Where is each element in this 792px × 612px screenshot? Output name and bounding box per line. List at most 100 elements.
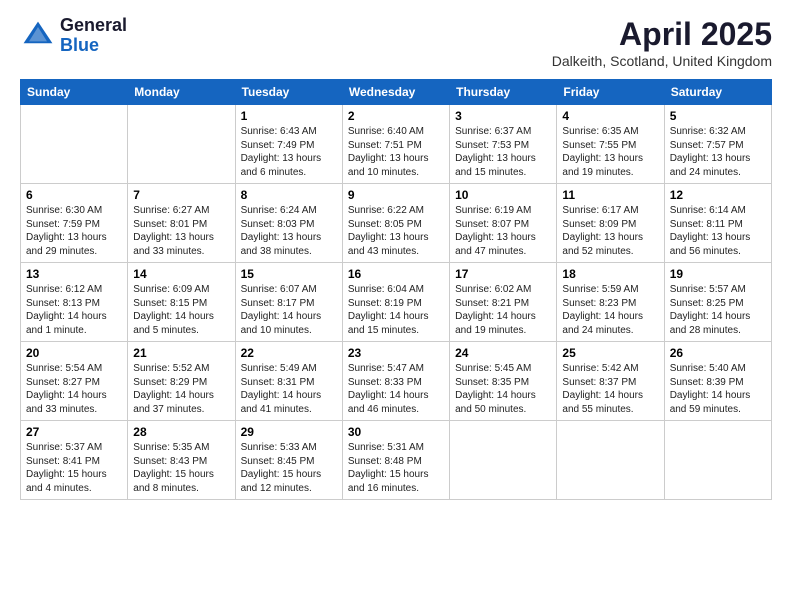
calendar-cell-2-7: 12 Sunrise: 6:14 AM Sunset: 8:11 PM Dayli… bbox=[664, 184, 771, 263]
calendar-cell-2-1: 6Sunrise: 6:30 AM Sunset: 7:59 PM Daylig… bbox=[21, 184, 128, 263]
day-info: Sunrise: 6:40 AM Sunset: 7:51 PM Dayligh… bbox=[348, 125, 444, 179]
day-number: 23 bbox=[348, 346, 444, 360]
day-number: 29 bbox=[241, 425, 337, 439]
calendar-cell-4-6: 25Sunrise: 5:42 AM Sunset: 8:37 PM Dayli… bbox=[557, 342, 664, 421]
day-number: 14 bbox=[133, 267, 229, 281]
day-number: 18 bbox=[562, 267, 658, 281]
day-info: Sunrise: 6:32 AM Sunset: 7:57 PM Dayligh… bbox=[670, 125, 766, 179]
day-number: 5 bbox=[670, 109, 766, 123]
calendar-header-row: SundayMondayTuesdayWednesdayThursdayFrid… bbox=[21, 80, 772, 105]
day-number: 22 bbox=[241, 346, 337, 360]
day-info: Sunrise: 5:49 AM Sunset: 8:31 PM Dayligh… bbox=[241, 362, 337, 416]
calendar-cell-1-6: 4Sunrise: 6:35 AM Sunset: 7:55 PM Daylig… bbox=[557, 105, 664, 184]
calendar-week-2: 6Sunrise: 6:30 AM Sunset: 7:59 PM Daylig… bbox=[21, 184, 772, 263]
day-info: Sunrise: 5:31 AM Sunset: 8:48 PM Dayligh… bbox=[348, 441, 444, 495]
calendar-cell-3-4: 16 Sunrise: 6:04 AM Sunset: 8:19 PM Dayli… bbox=[342, 263, 449, 342]
day-info: Sunrise: 6:35 AM Sunset: 7:55 PM Dayligh… bbox=[562, 125, 658, 179]
calendar-cell-4-5: 24Sunrise: 5:45 AM Sunset: 8:35 PM Dayli… bbox=[450, 342, 557, 421]
day-number: 3 bbox=[455, 109, 551, 123]
calendar-week-5: 27 Sunrise: 5:37 AM Sunset: 8:41 PM Dayli… bbox=[21, 421, 772, 500]
day-info: Sunrise: 6:17 AM Sunset: 8:09 PM Dayligh… bbox=[562, 204, 658, 258]
day-info: Sunrise: 6:04 AM Sunset: 8:19 PM Dayligh… bbox=[348, 283, 444, 337]
calendar-cell-4-1: 20Sunrise: 5:54 AM Sunset: 8:27 PM Dayli… bbox=[21, 342, 128, 421]
calendar-cell-1-1 bbox=[21, 105, 128, 184]
logo-blue: Blue bbox=[60, 35, 99, 55]
day-number: 7 bbox=[133, 188, 229, 202]
day-info: Sunrise: 5:35 AM Sunset: 8:43 PM Dayligh… bbox=[133, 441, 229, 495]
calendar-header-friday: Friday bbox=[557, 80, 664, 105]
logo-icon bbox=[20, 18, 56, 54]
calendar-cell-5-3: 29 Sunrise: 5:33 AM Sunset: 8:45 PM Dayli… bbox=[235, 421, 342, 500]
day-info: Sunrise: 6:24 AM Sunset: 8:03 PM Dayligh… bbox=[241, 204, 337, 258]
day-number: 12 bbox=[670, 188, 766, 202]
day-info: Sunrise: 5:37 AM Sunset: 8:41 PM Dayligh… bbox=[26, 441, 122, 495]
calendar-header-sunday: Sunday bbox=[21, 80, 128, 105]
calendar-cell-3-3: 15Sunrise: 6:07 AM Sunset: 8:17 PM Dayli… bbox=[235, 263, 342, 342]
calendar-cell-3-6: 18 Sunrise: 5:59 AM Sunset: 8:23 PM Dayli… bbox=[557, 263, 664, 342]
calendar-cell-2-2: 7 Sunrise: 6:27 AM Sunset: 8:01 PM Daylig… bbox=[128, 184, 235, 263]
calendar-week-4: 20Sunrise: 5:54 AM Sunset: 8:27 PM Dayli… bbox=[21, 342, 772, 421]
location: Dalkeith, Scotland, United Kingdom bbox=[552, 53, 772, 69]
calendar-header-saturday: Saturday bbox=[664, 80, 771, 105]
day-number: 16 bbox=[348, 267, 444, 281]
day-info: Sunrise: 6:12 AM Sunset: 8:13 PM Dayligh… bbox=[26, 283, 122, 337]
day-info: Sunrise: 6:09 AM Sunset: 8:15 PM Dayligh… bbox=[133, 283, 229, 337]
day-number: 30 bbox=[348, 425, 444, 439]
calendar-cell-1-5: 3 Sunrise: 6:37 AM Sunset: 7:53 PM Daylig… bbox=[450, 105, 557, 184]
calendar-cell-2-4: 9 Sunrise: 6:22 AM Sunset: 8:05 PM Daylig… bbox=[342, 184, 449, 263]
calendar-header-tuesday: Tuesday bbox=[235, 80, 342, 105]
day-number: 19 bbox=[670, 267, 766, 281]
day-info: Sunrise: 5:45 AM Sunset: 8:35 PM Dayligh… bbox=[455, 362, 551, 416]
logo-text: General Blue bbox=[60, 16, 127, 56]
calendar-cell-1-4: 2 Sunrise: 6:40 AM Sunset: 7:51 PM Daylig… bbox=[342, 105, 449, 184]
calendar-cell-3-7: 19Sunrise: 5:57 AM Sunset: 8:25 PM Dayli… bbox=[664, 263, 771, 342]
calendar-cell-4-3: 22 Sunrise: 5:49 AM Sunset: 8:31 PM Dayli… bbox=[235, 342, 342, 421]
calendar-header-thursday: Thursday bbox=[450, 80, 557, 105]
calendar-week-3: 13 Sunrise: 6:12 AM Sunset: 8:13 PM Dayli… bbox=[21, 263, 772, 342]
calendar-cell-4-7: 26Sunrise: 5:40 AM Sunset: 8:39 PM Dayli… bbox=[664, 342, 771, 421]
calendar-cell-5-1: 27 Sunrise: 5:37 AM Sunset: 8:41 PM Dayli… bbox=[21, 421, 128, 500]
day-number: 27 bbox=[26, 425, 122, 439]
day-number: 26 bbox=[670, 346, 766, 360]
day-number: 11 bbox=[562, 188, 658, 202]
day-number: 25 bbox=[562, 346, 658, 360]
day-info: Sunrise: 5:33 AM Sunset: 8:45 PM Dayligh… bbox=[241, 441, 337, 495]
calendar-cell-2-3: 8 Sunrise: 6:24 AM Sunset: 8:03 PM Daylig… bbox=[235, 184, 342, 263]
day-info: Sunrise: 5:59 AM Sunset: 8:23 PM Dayligh… bbox=[562, 283, 658, 337]
month-title: April 2025 bbox=[552, 16, 772, 53]
day-number: 15 bbox=[241, 267, 337, 281]
calendar-cell-3-5: 17Sunrise: 6:02 AM Sunset: 8:21 PM Dayli… bbox=[450, 263, 557, 342]
day-number: 8 bbox=[241, 188, 337, 202]
day-info: Sunrise: 6:22 AM Sunset: 8:05 PM Dayligh… bbox=[348, 204, 444, 258]
calendar-header-monday: Monday bbox=[128, 80, 235, 105]
page: General Blue April 2025 Dalkeith, Scotla… bbox=[0, 0, 792, 612]
day-info: Sunrise: 6:37 AM Sunset: 7:53 PM Dayligh… bbox=[455, 125, 551, 179]
calendar-cell-5-7 bbox=[664, 421, 771, 500]
day-info: Sunrise: 5:54 AM Sunset: 8:27 PM Dayligh… bbox=[26, 362, 122, 416]
day-number: 13 bbox=[26, 267, 122, 281]
title-block: April 2025 Dalkeith, Scotland, United Ki… bbox=[552, 16, 772, 69]
calendar-cell-2-5: 10Sunrise: 6:19 AM Sunset: 8:07 PM Dayli… bbox=[450, 184, 557, 263]
calendar-week-1: 1Sunrise: 6:43 AM Sunset: 7:49 PM Daylig… bbox=[21, 105, 772, 184]
calendar-cell-2-6: 11 Sunrise: 6:17 AM Sunset: 8:09 PM Dayli… bbox=[557, 184, 664, 263]
calendar-table: SundayMondayTuesdayWednesdayThursdayFrid… bbox=[20, 79, 772, 500]
calendar-cell-5-6 bbox=[557, 421, 664, 500]
day-number: 1 bbox=[241, 109, 337, 123]
calendar-cell-1-7: 5 Sunrise: 6:32 AM Sunset: 7:57 PM Daylig… bbox=[664, 105, 771, 184]
day-number: 9 bbox=[348, 188, 444, 202]
logo-general: General bbox=[60, 15, 127, 35]
day-number: 2 bbox=[348, 109, 444, 123]
logo: General Blue bbox=[20, 16, 127, 56]
day-number: 10 bbox=[455, 188, 551, 202]
calendar-cell-1-2 bbox=[128, 105, 235, 184]
day-info: Sunrise: 5:52 AM Sunset: 8:29 PM Dayligh… bbox=[133, 362, 229, 416]
calendar-cell-4-2: 21 Sunrise: 5:52 AM Sunset: 8:29 PM Dayli… bbox=[128, 342, 235, 421]
day-number: 21 bbox=[133, 346, 229, 360]
calendar-cell-3-1: 13 Sunrise: 6:12 AM Sunset: 8:13 PM Dayli… bbox=[21, 263, 128, 342]
calendar-header-wednesday: Wednesday bbox=[342, 80, 449, 105]
calendar-cell-1-3: 1Sunrise: 6:43 AM Sunset: 7:49 PM Daylig… bbox=[235, 105, 342, 184]
day-info: Sunrise: 6:27 AM Sunset: 8:01 PM Dayligh… bbox=[133, 204, 229, 258]
day-info: Sunrise: 6:14 AM Sunset: 8:11 PM Dayligh… bbox=[670, 204, 766, 258]
day-number: 6 bbox=[26, 188, 122, 202]
calendar-cell-5-4: 30 Sunrise: 5:31 AM Sunset: 8:48 PM Dayli… bbox=[342, 421, 449, 500]
